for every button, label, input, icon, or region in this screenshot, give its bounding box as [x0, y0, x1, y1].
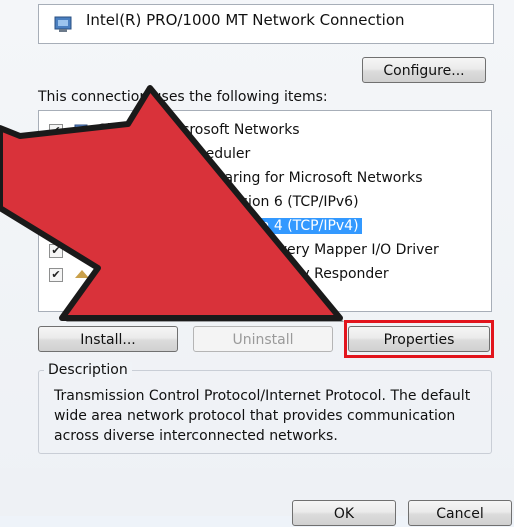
cancel-button[interactable]: Cancel — [408, 500, 512, 526]
item-label: File and Printer Sharing for Microsoft N… — [97, 170, 423, 186]
install-button[interactable]: Install... — [38, 326, 178, 352]
list-item-ipv6[interactable]: ✔ Internet Protocol Version 6 (TCP/IPv6) — [39, 192, 491, 214]
item-checkbox[interactable]: ✔ — [49, 172, 63, 186]
item-checkbox[interactable]: ✔ — [49, 124, 63, 138]
qos-service-icon — [74, 148, 90, 163]
item-checkbox[interactable]: ✔ — [49, 268, 63, 282]
highlight-frame — [344, 320, 494, 358]
network-client-icon — [74, 124, 88, 138]
item-label: QoS Packet Scheduler — [97, 146, 251, 162]
protocol-icon — [75, 246, 89, 254]
item-label: Internet Protocol Version 4 (TCP/IPv4) — [94, 218, 362, 234]
item-checkbox[interactable]: ✔ — [49, 220, 63, 234]
protocol-icon — [75, 270, 89, 278]
protocol-icon — [75, 198, 89, 206]
connection-properties-dialog: Intel(R) PRO/1000 MT Network Connection … — [0, 0, 514, 526]
list-item-client[interactable]: ✔ Client for Microsoft Networks — [39, 120, 491, 142]
item-checkbox[interactable]: ✔ — [49, 196, 63, 210]
item-checkbox[interactable]: ✔ — [49, 244, 63, 258]
description-text: Transmission Control Protocol/Internet P… — [54, 388, 471, 444]
uninstall-button[interactable]: Uninstall — [193, 326, 333, 352]
adapter-field: Intel(R) PRO/1000 MT Network Connection — [38, 4, 494, 44]
protocol-icon — [75, 222, 89, 230]
item-label: Client for Microsoft Networks — [97, 122, 300, 138]
list-item-lltd-mapper[interactable]: ✔ Link-Layer Topology Discovery Mapper I… — [39, 240, 491, 262]
list-item-qos[interactable]: ✔ QoS Packet Scheduler — [39, 144, 491, 166]
item-label: Link-Layer Topology Discovery Mapper I/O… — [97, 242, 439, 258]
list-item-ipv4[interactable]: ✔ Internet Protocol Version 4 (TCP/IPv4) — [39, 216, 491, 238]
network-adapter-icon — [54, 16, 72, 32]
description-title: Description — [44, 362, 132, 378]
list-item-file-sharing[interactable]: ✔ File and Printer Sharing for Microsoft… — [39, 168, 491, 190]
list-item-lltd-responder[interactable]: ✔ Link-Layer Topology Discovery Responde… — [39, 264, 491, 286]
item-label: Internet Protocol Version 6 (TCP/IPv6) — [97, 194, 359, 210]
adapter-name: Intel(R) PRO/1000 MT Network Connection — [86, 11, 405, 29]
item-checkbox[interactable]: ✔ — [49, 148, 63, 162]
items-list-label: This connection uses the following items… — [38, 89, 328, 105]
ok-button[interactable]: OK — [292, 500, 396, 526]
file-sharing-icon — [75, 171, 89, 187]
configure-button[interactable]: Configure... — [362, 57, 486, 83]
item-label: Link-Layer Topology Discovery Responder — [97, 266, 389, 282]
components-list[interactable]: ✔ Client for Microsoft Networks ✔ QoS Pa… — [38, 110, 492, 312]
